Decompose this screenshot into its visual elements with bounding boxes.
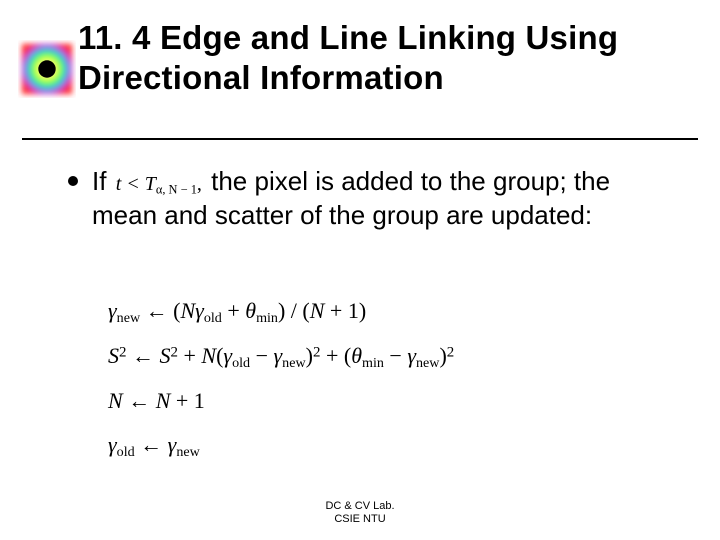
eq2-plus2: + ( bbox=[320, 343, 351, 368]
bullet-text: If t < Tα, N − 1, the pixel is added to … bbox=[92, 164, 676, 233]
slide: 11. 4 Edge and Line Linking Using Direct… bbox=[0, 0, 720, 540]
eq2-close: ) bbox=[306, 343, 313, 368]
slide-title: 11. 4 Edge and Line Linking Using Direct… bbox=[78, 18, 704, 99]
slide-title-wrap: 11. 4 Edge and Line Linking Using Direct… bbox=[78, 18, 704, 99]
eq3-arrow: ← bbox=[123, 388, 156, 413]
eq2-g2: γ bbox=[274, 343, 283, 368]
eq1-N: N bbox=[180, 298, 195, 323]
slide-logo bbox=[18, 40, 76, 98]
eq1-theta: θ bbox=[245, 298, 256, 323]
bullet-before: If bbox=[92, 166, 106, 196]
eq1-close: ) / ( bbox=[278, 298, 310, 323]
eq3-tail: + 1 bbox=[170, 388, 204, 413]
eq2-S: S bbox=[108, 343, 119, 368]
eq2-minus: − bbox=[250, 343, 273, 368]
equation-block: γnew ← (Nγold + θmin) / (N + 1) S2 ← S2 … bbox=[108, 292, 454, 471]
eq1-sub: new bbox=[117, 310, 140, 326]
math-t: t < T bbox=[116, 173, 156, 195]
eq1-gamma: γ bbox=[108, 298, 117, 323]
bullet-dot-icon bbox=[68, 176, 78, 186]
eq4-g1s: old bbox=[117, 444, 135, 460]
eq1-plus: + bbox=[222, 298, 245, 323]
eq1-arrow: ← ( bbox=[140, 298, 180, 323]
eq1-sub2: old bbox=[204, 310, 222, 326]
equation-1: γnew ← (Nγold + θmin) / (N + 1) bbox=[108, 292, 454, 331]
eq3-N2: N bbox=[156, 388, 171, 413]
equation-2: S2 ← S2 + N(γold − γnew)2 + (θmin − γnew… bbox=[108, 337, 454, 376]
equation-3: N ← N + 1 bbox=[108, 382, 454, 419]
eq2-S2: S bbox=[159, 343, 170, 368]
eq1-sub3: min bbox=[256, 310, 278, 326]
eq3-N: N bbox=[108, 388, 123, 413]
eq4-g2s: new bbox=[176, 444, 199, 460]
eq2-g3: γ bbox=[407, 343, 416, 368]
eq4-g1: γ bbox=[108, 432, 117, 457]
eq2-g1s: old bbox=[232, 355, 250, 371]
eq2-theta-s: min bbox=[362, 355, 384, 371]
math-tail: , bbox=[197, 173, 202, 195]
eq2-theta: θ bbox=[351, 343, 362, 368]
footer-line-2: CSIE NTU bbox=[0, 513, 720, 526]
eq1-N2: N bbox=[310, 298, 325, 323]
eq2-minus2: − bbox=[384, 343, 407, 368]
eq4-arrow: ← bbox=[135, 432, 168, 457]
eq2-g2s: new bbox=[282, 355, 305, 371]
eq2-plus: + bbox=[178, 343, 201, 368]
eq2-sup2: 2 bbox=[170, 344, 177, 360]
slide-footer: DC & CV Lab. CSIE NTU bbox=[0, 500, 720, 526]
bullet-item: If t < Tα, N − 1, the pixel is added to … bbox=[68, 164, 676, 233]
eq2-arrow: ← bbox=[126, 343, 159, 368]
math-t-sub: α, N − 1 bbox=[156, 182, 197, 196]
title-underline bbox=[22, 138, 698, 140]
eq2-close2: ) bbox=[439, 343, 446, 368]
eq1-tail: + 1) bbox=[324, 298, 366, 323]
eq1-gamma2: γ bbox=[195, 298, 204, 323]
eq2-g3s: new bbox=[416, 355, 439, 371]
inline-math: t < Tα, N − 1, bbox=[114, 171, 204, 198]
eq2-close2-sup: 2 bbox=[447, 344, 454, 360]
eq2-g1: γ bbox=[223, 343, 232, 368]
slide-body: If t < Tα, N − 1, the pixel is added to … bbox=[68, 164, 676, 233]
footer-line-1: DC & CV Lab. bbox=[0, 500, 720, 513]
eq2-N: N bbox=[201, 343, 216, 368]
equation-4: γold ← γnew bbox=[108, 426, 454, 465]
